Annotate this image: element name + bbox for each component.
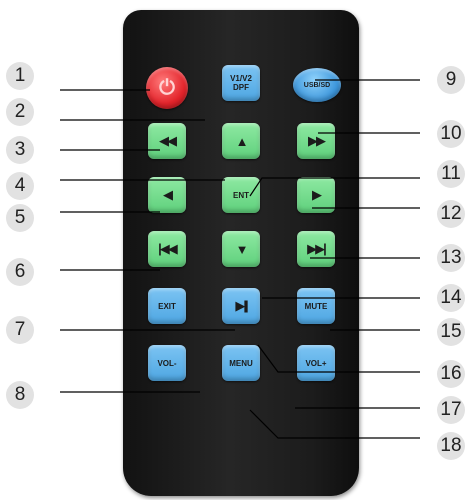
play-pause-button[interactable]: ▶||: [222, 288, 260, 324]
remote-control-body: ⏻ V1/V2 DPF USB/SD ◀◀ ▲ ▶▶ ◀ ENT ▶ |◀◀ ▼…: [123, 10, 359, 496]
arrow-right-icon: ▶: [312, 187, 322, 202]
up-button[interactable]: ▲: [222, 123, 260, 159]
callout-10: 10: [437, 120, 465, 148]
callout-12: 12: [437, 200, 465, 228]
callout-15: 15: [437, 318, 465, 346]
menu-button[interactable]: MENU: [222, 345, 260, 381]
fast-forward-button[interactable]: ▶▶: [297, 123, 335, 159]
next-track-icon: ▶▶|: [307, 241, 327, 256]
usb-sd-label: USB/SD: [303, 81, 331, 89]
usb-sd-button[interactable]: USB/SD: [293, 68, 341, 102]
callout-7: 7: [6, 316, 34, 344]
v1v2-dpf-label: V1/V2 DPF: [230, 74, 252, 92]
callout-18: 18: [437, 432, 465, 460]
exit-button[interactable]: EXIT: [148, 288, 186, 324]
menu-label: MENU: [229, 358, 253, 368]
rewind-button[interactable]: ◀◀: [148, 123, 186, 159]
play-pause-icon: ▶||: [235, 298, 248, 313]
enter-button[interactable]: ENT: [222, 177, 260, 213]
arrow-up-icon: ▲: [235, 133, 249, 149]
callout-11: 11: [437, 160, 465, 188]
mute-button[interactable]: MUTE: [297, 288, 335, 324]
power-icon: ⏻: [159, 76, 175, 99]
callout-6: 6: [6, 258, 34, 286]
enter-label: ENT: [233, 190, 249, 200]
left-button[interactable]: ◀: [148, 177, 186, 213]
callout-5: 5: [6, 204, 34, 232]
volume-down-label: VOL-: [157, 358, 177, 368]
callout-1: 1: [6, 62, 34, 90]
volume-up-button[interactable]: VOL+: [297, 345, 335, 381]
down-button[interactable]: ▼: [222, 231, 260, 267]
callout-3: 3: [6, 136, 34, 164]
callout-2: 2: [6, 98, 34, 126]
callout-4: 4: [6, 172, 34, 200]
callout-14: 14: [437, 284, 465, 312]
v1v2-dpf-button[interactable]: V1/V2 DPF: [222, 65, 260, 101]
callout-17: 17: [437, 396, 465, 424]
arrow-left-icon: ◀: [163, 187, 173, 202]
mute-label: MUTE: [304, 301, 328, 311]
previous-track-button[interactable]: |◀◀: [148, 231, 186, 267]
callout-16: 16: [437, 360, 465, 388]
power-button[interactable]: ⏻: [146, 67, 188, 109]
callout-8: 8: [6, 381, 34, 409]
next-track-button[interactable]: ▶▶|: [297, 231, 335, 267]
arrow-down-icon: ▼: [235, 241, 249, 257]
rewind-icon: ◀◀: [159, 133, 177, 148]
volume-up-label: VOL+: [305, 358, 327, 368]
remote-control-diagram: ⏻ V1/V2 DPF USB/SD ◀◀ ▲ ▶▶ ◀ ENT ▶ |◀◀ ▼…: [0, 0, 472, 500]
previous-track-icon: |◀◀: [158, 241, 178, 256]
exit-label: EXIT: [158, 301, 176, 311]
fast-forward-icon: ▶▶: [308, 133, 326, 148]
callout-9: 9: [437, 66, 465, 94]
volume-down-button[interactable]: VOL-: [148, 345, 186, 381]
callout-13: 13: [437, 244, 465, 272]
right-button[interactable]: ▶: [297, 177, 335, 213]
